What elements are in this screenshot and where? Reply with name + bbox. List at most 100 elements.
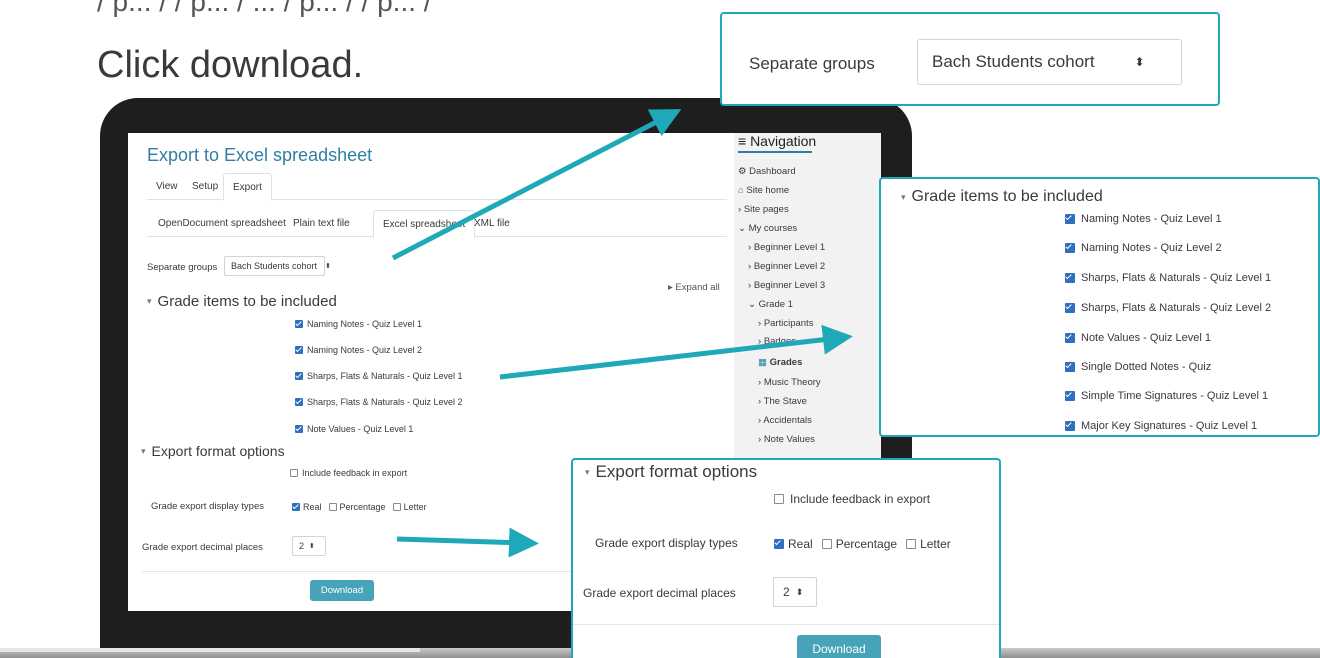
nav-grades[interactable]: ▦ Grades [758,357,802,368]
checkbox-checked[interactable] [1065,362,1075,372]
display-types-options: Real Percentage Letter [774,537,951,551]
checkbox-checked[interactable] [295,372,303,380]
page-title: Export to Excel spreadsheet [147,145,373,165]
download-button[interactable]: Download [310,580,374,601]
grade-item-row[interactable]: Major Key Signatures - Quiz Level 1 [1065,420,1257,432]
tab-setup[interactable]: Setup [183,173,227,200]
laptop-base-highlight [0,648,420,652]
checkbox-checked[interactable] [1065,214,1075,224]
tab-plain-text[interactable]: Plain text file [284,210,359,237]
checkbox-checked[interactable] [1065,391,1075,401]
grade-item-row[interactable]: Naming Notes - Quiz Level 2 [1065,242,1222,254]
separate-groups-select[interactable]: Bach Students cohort ⬍ [224,256,331,276]
grade-item-row[interactable]: Naming Notes - Quiz Level 1 [1065,213,1222,225]
checkbox-checked[interactable] [1065,243,1075,253]
display-types-label: Grade export display types [151,501,265,512]
collapse-caret-icon: ▾ [141,445,146,456]
separate-groups-label: Separate groups [147,262,218,273]
grade-item-row[interactable]: Naming Notes - Quiz Level 2 [295,345,422,355]
grade-item-row[interactable]: Naming Notes - Quiz Level 1 [295,319,422,329]
chevron-down-icon: ⌄ [748,299,759,310]
checkbox-letter[interactable] [906,539,917,549]
decimal-places-select[interactable]: 2 ⬍ [773,577,817,607]
display-types-label: Grade export display types [595,536,738,550]
expand-all-link[interactable]: ▸ Expand all [668,282,720,293]
checkbox-checked[interactable] [295,320,303,328]
select-arrows-icon: ⬍ [795,586,804,597]
primary-tabs: View Setup Export [147,173,727,201]
collapse-caret-icon: ▾ [585,466,590,477]
tab-excel[interactable]: Excel spreadsheet [373,210,476,238]
checkbox-checked[interactable] [295,425,303,433]
navigation-title: ≡ Navigation [738,133,817,149]
checkbox-checked[interactable] [1065,421,1075,431]
grade-item-row[interactable]: Sharps, Flats & Naturals - Quiz Level 2 [295,397,463,407]
select-arrows-icon: ⬍ [309,543,315,550]
instruction-text: Click download. [97,44,364,86]
nav-beginner-1[interactable]: › Beginner Level 1 [748,242,825,253]
checkbox-real[interactable] [292,503,300,511]
nav-dashboard[interactable]: ⚙ Dashboard [738,166,796,177]
collapse-caret-icon: ▾ [901,191,906,202]
nav-badges[interactable]: › Badges [758,336,796,347]
checkbox-unchecked[interactable] [290,469,298,477]
checkbox-real[interactable] [774,539,784,549]
download-button[interactable]: Download [797,635,881,658]
display-types-options: Real Percentage Letter [292,502,427,512]
nav-music-theory[interactable]: › Music Theory [758,377,821,388]
tab-xml[interactable]: XML file [465,210,519,237]
nav-beginner-3[interactable]: › Beginner Level 3 [748,280,825,291]
table-icon: ▦ [758,357,770,368]
grade-item-row[interactable]: Sharps, Flats & Naturals - Quiz Level 2 [1065,302,1271,314]
grade-item-row[interactable]: Sharps, Flats & Naturals - Quiz Level 1 [295,371,463,381]
decimal-places-label: Grade export decimal places [583,586,736,600]
grade-item-row[interactable]: Note Values - Quiz Level 1 [295,424,413,434]
chevron-down-icon: ⌄ [738,223,749,234]
nav-beginner-2[interactable]: › Beginner Level 2 [748,261,825,272]
select-arrows-icon: ⬍ [1134,55,1145,69]
nav-note-values[interactable]: › Note Values [758,434,815,445]
tab-export[interactable]: Export [223,173,272,201]
checkbox-percentage[interactable] [821,539,832,549]
nav-the-stave[interactable]: › The Stave [758,396,807,407]
separate-groups-label: Separate groups [749,54,875,73]
checkbox-unchecked[interactable] [774,494,784,504]
grade-item-row[interactable]: Sharps, Flats & Naturals - Quiz Level 1 [1065,272,1271,284]
include-feedback-row[interactable]: Include feedback in export [290,468,407,478]
include-feedback-row[interactable]: Include feedback in export [774,492,930,506]
callout-grade-items: ▾ Grade items to be included Naming Note… [879,177,1320,437]
dashboard-icon: ⚙ [738,166,750,177]
grade-item-row[interactable]: Note Values - Quiz Level 1 [1065,332,1211,344]
navigation-title-underline [738,151,812,153]
tab-view[interactable]: View [147,173,187,200]
form-divider [573,624,999,625]
export-format-heading[interactable]: ▾ Export format options [141,443,285,459]
nav-participants[interactable]: › Participants [758,318,813,329]
separate-groups-select[interactable]: Bach Students cohort ⬍ [917,39,1182,85]
nav-accidentals[interactable]: › Accidentals [758,415,812,426]
checkbox-checked[interactable] [295,398,303,406]
checkbox-checked[interactable] [1065,273,1075,283]
nav-my-courses[interactable]: ⌄ My courses [738,223,797,234]
decimal-places-select[interactable]: 2 ⬍ [292,536,326,556]
tab-opendocument[interactable]: OpenDocument spreadsheet [149,210,295,237]
checkbox-checked[interactable] [1065,333,1075,343]
select-arrows-icon: ⬍ [325,263,331,270]
export-format-tabs: OpenDocument spreadsheet Plain text file… [147,210,727,238]
export-format-heading[interactable]: ▾ Export format options [585,462,757,482]
checkbox-checked[interactable] [295,346,303,354]
grade-items-heading[interactable]: ▾ Grade items to be included [901,188,1103,206]
decimal-places-label: Grade export decimal places [142,542,263,553]
hamburger-icon: ≡ [738,133,751,149]
nav-site-home[interactable]: ⌂ Site home [738,185,789,196]
grade-item-row[interactable]: Simple Time Signatures - Quiz Level 1 [1065,390,1268,402]
nav-site-pages[interactable]: › Site pages [738,204,789,215]
separate-groups-value: Bach Students cohort [231,261,318,271]
checkbox-checked[interactable] [1065,303,1075,313]
callout-separate-groups: Separate groups Bach Students cohort ⬍ [720,12,1220,106]
nav-grade-1[interactable]: ⌄ Grade 1 [748,299,793,310]
checkbox-percentage[interactable] [328,503,337,511]
grade-items-heading[interactable]: ▾ Grade items to be included [147,293,337,310]
checkbox-letter[interactable] [392,503,401,511]
grade-item-row[interactable]: Single Dotted Notes - Quiz [1065,361,1211,373]
